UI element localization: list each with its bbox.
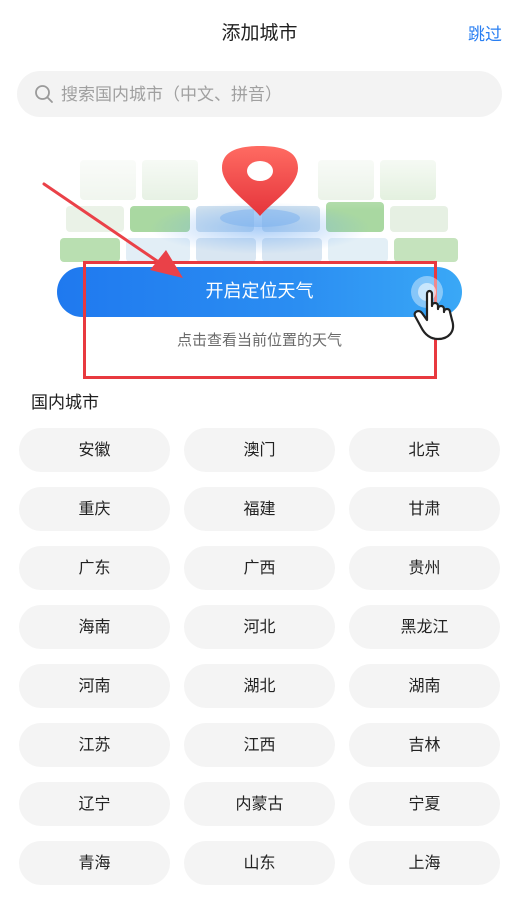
city-button[interactable]: 河北 (184, 605, 335, 649)
city-button[interactable]: 青海 (19, 841, 170, 885)
header-bar: 添加城市 跳过 (0, 0, 519, 66)
city-button[interactable]: 贵州 (349, 546, 500, 590)
city-button[interactable]: 山东 (184, 841, 335, 885)
city-button[interactable]: 宁夏 (349, 782, 500, 826)
search-input[interactable] (59, 81, 483, 109)
city-button[interactable]: 北京 (349, 428, 500, 472)
city-button[interactable]: 澳门 (184, 428, 335, 472)
city-button[interactable]: 辽宁 (19, 782, 170, 826)
search-icon (35, 85, 53, 103)
city-button[interactable]: 重庆 (19, 487, 170, 531)
highlight-box (83, 261, 437, 379)
city-button[interactable]: 江西 (184, 723, 335, 767)
skip-button[interactable]: 跳过 (468, 20, 502, 45)
search-bar[interactable] (17, 71, 502, 117)
city-button[interactable]: 海南 (19, 605, 170, 649)
domestic-cities-heading: 国内城市 (31, 393, 99, 413)
city-button[interactable]: 黑龙江 (349, 605, 500, 649)
city-button[interactable]: 内蒙古 (184, 782, 335, 826)
city-button[interactable]: 甘肃 (349, 487, 500, 531)
city-button[interactable]: 上海 (349, 841, 500, 885)
city-button[interactable]: 湖北 (184, 664, 335, 708)
city-button[interactable]: 江苏 (19, 723, 170, 767)
city-button[interactable]: 广西 (184, 546, 335, 590)
city-button[interactable]: 河南 (19, 664, 170, 708)
city-button[interactable]: 湖南 (349, 664, 500, 708)
city-button[interactable]: 安徽 (19, 428, 170, 472)
city-button[interactable]: 广东 (19, 546, 170, 590)
city-button[interactable]: 福建 (184, 487, 335, 531)
city-button[interactable]: 吉林 (349, 723, 500, 767)
page-title: 添加城市 (221, 22, 298, 44)
